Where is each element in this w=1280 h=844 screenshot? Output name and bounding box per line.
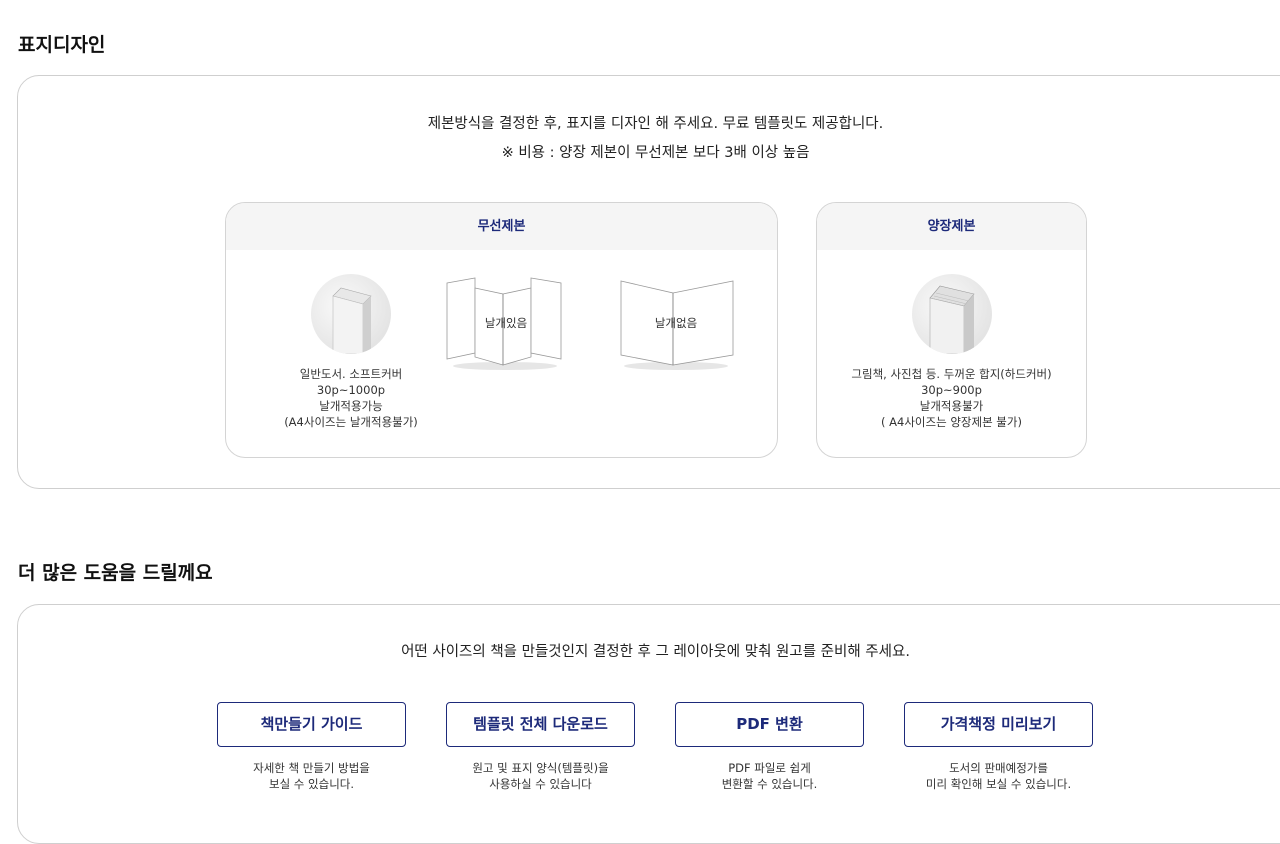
perfect-binding-header: 무선제본 [226,203,777,250]
price-preview-desc: 도서의 판매예정가를 미리 확인해 보실 수 있습니다. [904,760,1093,792]
softcover-desc-4: (A4사이즈는 날개적용불가) [284,415,418,429]
softcover-option: 일반도서. 소프트커버 30p~1000p 날개적용가능 (A4사이즈는 날개적… [251,274,451,430]
pdf-convert-desc: PDF 파일로 쉽게 변환할 수 있습니다. [675,760,864,792]
hardcover-header: 양장제본 [817,203,1086,250]
cover-intro-line1: 제본방식을 결정한 후, 표지를 디자인 해 주세요. 무료 템플릿도 제공합니… [427,116,884,132]
hardcover-desc-2: 30p~900p [921,383,982,397]
hardcover-desc-1: 그림책, 사진첩 등. 두꺼운 합지(하드커버) [851,367,1052,381]
softcover-desc-3: 날개적용가능 [319,399,383,413]
book-guide-button[interactable]: 책만들기 가이드 [217,702,406,747]
template-download-button[interactable]: 템플릿 전체 다운로드 [446,702,635,747]
hardcover-desc-3: 날개적용불가 [919,399,984,413]
softcover-desc-1: 일반도서. 소프트커버 [299,367,403,381]
pdf-convert-desc-2: 변환할 수 있습니다. [721,777,818,791]
softcover-desc-2: 30p~1000p [316,383,386,397]
template-download-desc: 원고 및 표지 양식(템플릿)을 사용하실 수 있습니다 [446,760,635,792]
without-flaps-illustration: 날개없음 [611,273,741,373]
hardcover-desc-4: ( A4사이즈는 양장제본 불가) [881,415,1022,429]
help-intro: 어떤 사이즈의 책을 만들것인지 결정한 후 그 레이아웃에 맞춰 원고를 준비… [401,644,910,660]
hardcover-card: 양장제본 그림책, 사진첩 등. 두꺼운 합지(하드커버) 30p~900p 날… [816,202,1087,458]
template-download-desc-1: 원고 및 표지 양식(템플릿)을 [472,761,609,775]
book-guide-desc-2: 보실 수 있습니다. [268,777,355,791]
cover-design-title: 표지디자인 [18,34,106,56]
perfect-binding-card: 무선제본 일반도서. 소프트커버 30p~1000p 날개적용가능 (A4사이즈… [225,202,778,458]
hardcover-option: 그림책, 사진첩 등. 두꺼운 합지(하드커버) 30p~900p 날개적용불가… [817,274,1086,430]
price-preview-desc-2: 미리 확인해 보실 수 있습니다. [925,777,1072,791]
cover-cost-note: ※ 비용 : 양장 제본이 무선제본 보다 3배 이상 높음 [501,145,810,161]
pdf-convert-button[interactable]: PDF 변환 [675,702,864,747]
cover-design-panel: 제본방식을 결정한 후, 표지를 디자인 해 주세요. 무료 템플릿도 제공합니… [17,75,1280,489]
with-flaps-illustration: 날개있음 [441,273,571,373]
without-flaps-label: 날개없음 [654,316,698,330]
price-preview-button[interactable]: 가격책정 미리보기 [904,702,1093,747]
template-download-desc-2: 사용하실 수 있습니다 [489,777,592,791]
with-flaps-label: 날개있음 [484,316,528,330]
book-guide-desc: 자세한 책 만들기 방법을 보실 수 있습니다. [217,760,406,792]
book-guide-desc-1: 자세한 책 만들기 방법을 [253,761,370,775]
help-section-title: 더 많은 도움을 드릴께요 [18,562,213,584]
softcover-book-image [311,274,391,354]
pdf-convert-desc-1: PDF 파일로 쉽게 [728,761,811,775]
hardcover-book-image [911,274,992,354]
help-panel: 어떤 사이즈의 책을 만들것인지 결정한 후 그 레이아웃에 맞춰 원고를 준비… [17,604,1280,844]
price-preview-desc-1: 도서의 판매예정가를 [949,761,1048,775]
